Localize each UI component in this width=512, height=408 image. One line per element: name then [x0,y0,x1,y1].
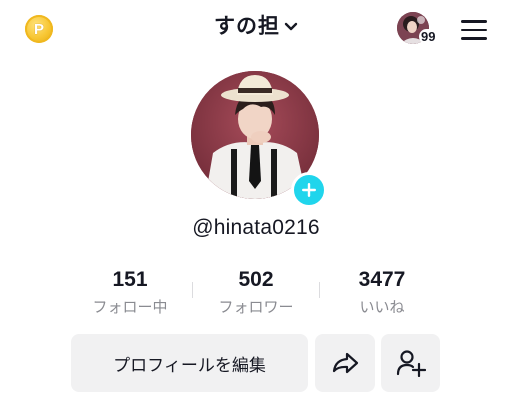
share-arrow-icon [332,352,359,374]
stat-following[interactable]: 151 フォロー中 [70,268,190,317]
account-title: すの担 [214,14,280,38]
stat-label: フォロワー [218,298,294,316]
menu-icon[interactable] [461,20,487,40]
chevron-down-icon [284,22,298,31]
stat-value: 151 [112,268,148,291]
account-switcher-button[interactable]: すの担 [214,10,298,40]
notification-badge: 99 [419,29,438,44]
divider [319,282,320,298]
edit-profile-label: プロフィールを編集 [113,355,266,376]
add-user-icon [396,350,426,377]
stat-label: いいね [359,298,405,316]
stat-label: フォロー中 [92,298,168,316]
profile-stats: 151 フォロー中 502 フォロワー 3477 いいね [0,268,512,318]
share-profile-button[interactable] [315,334,375,392]
stat-followers[interactable]: 502 フォロワー [196,268,316,317]
stat-likes[interactable]: 3477 いいね [322,268,442,317]
stat-value: 502 [238,268,274,291]
edit-profile-button[interactable]: プロフィールを編集 [71,334,308,392]
username: @hinata0216 [192,216,320,239]
add-friends-button[interactable] [381,334,440,392]
stat-value: 3477 [358,268,406,291]
divider [192,282,193,298]
plus-icon [302,183,316,197]
add-avatar-button[interactable] [291,172,327,208]
